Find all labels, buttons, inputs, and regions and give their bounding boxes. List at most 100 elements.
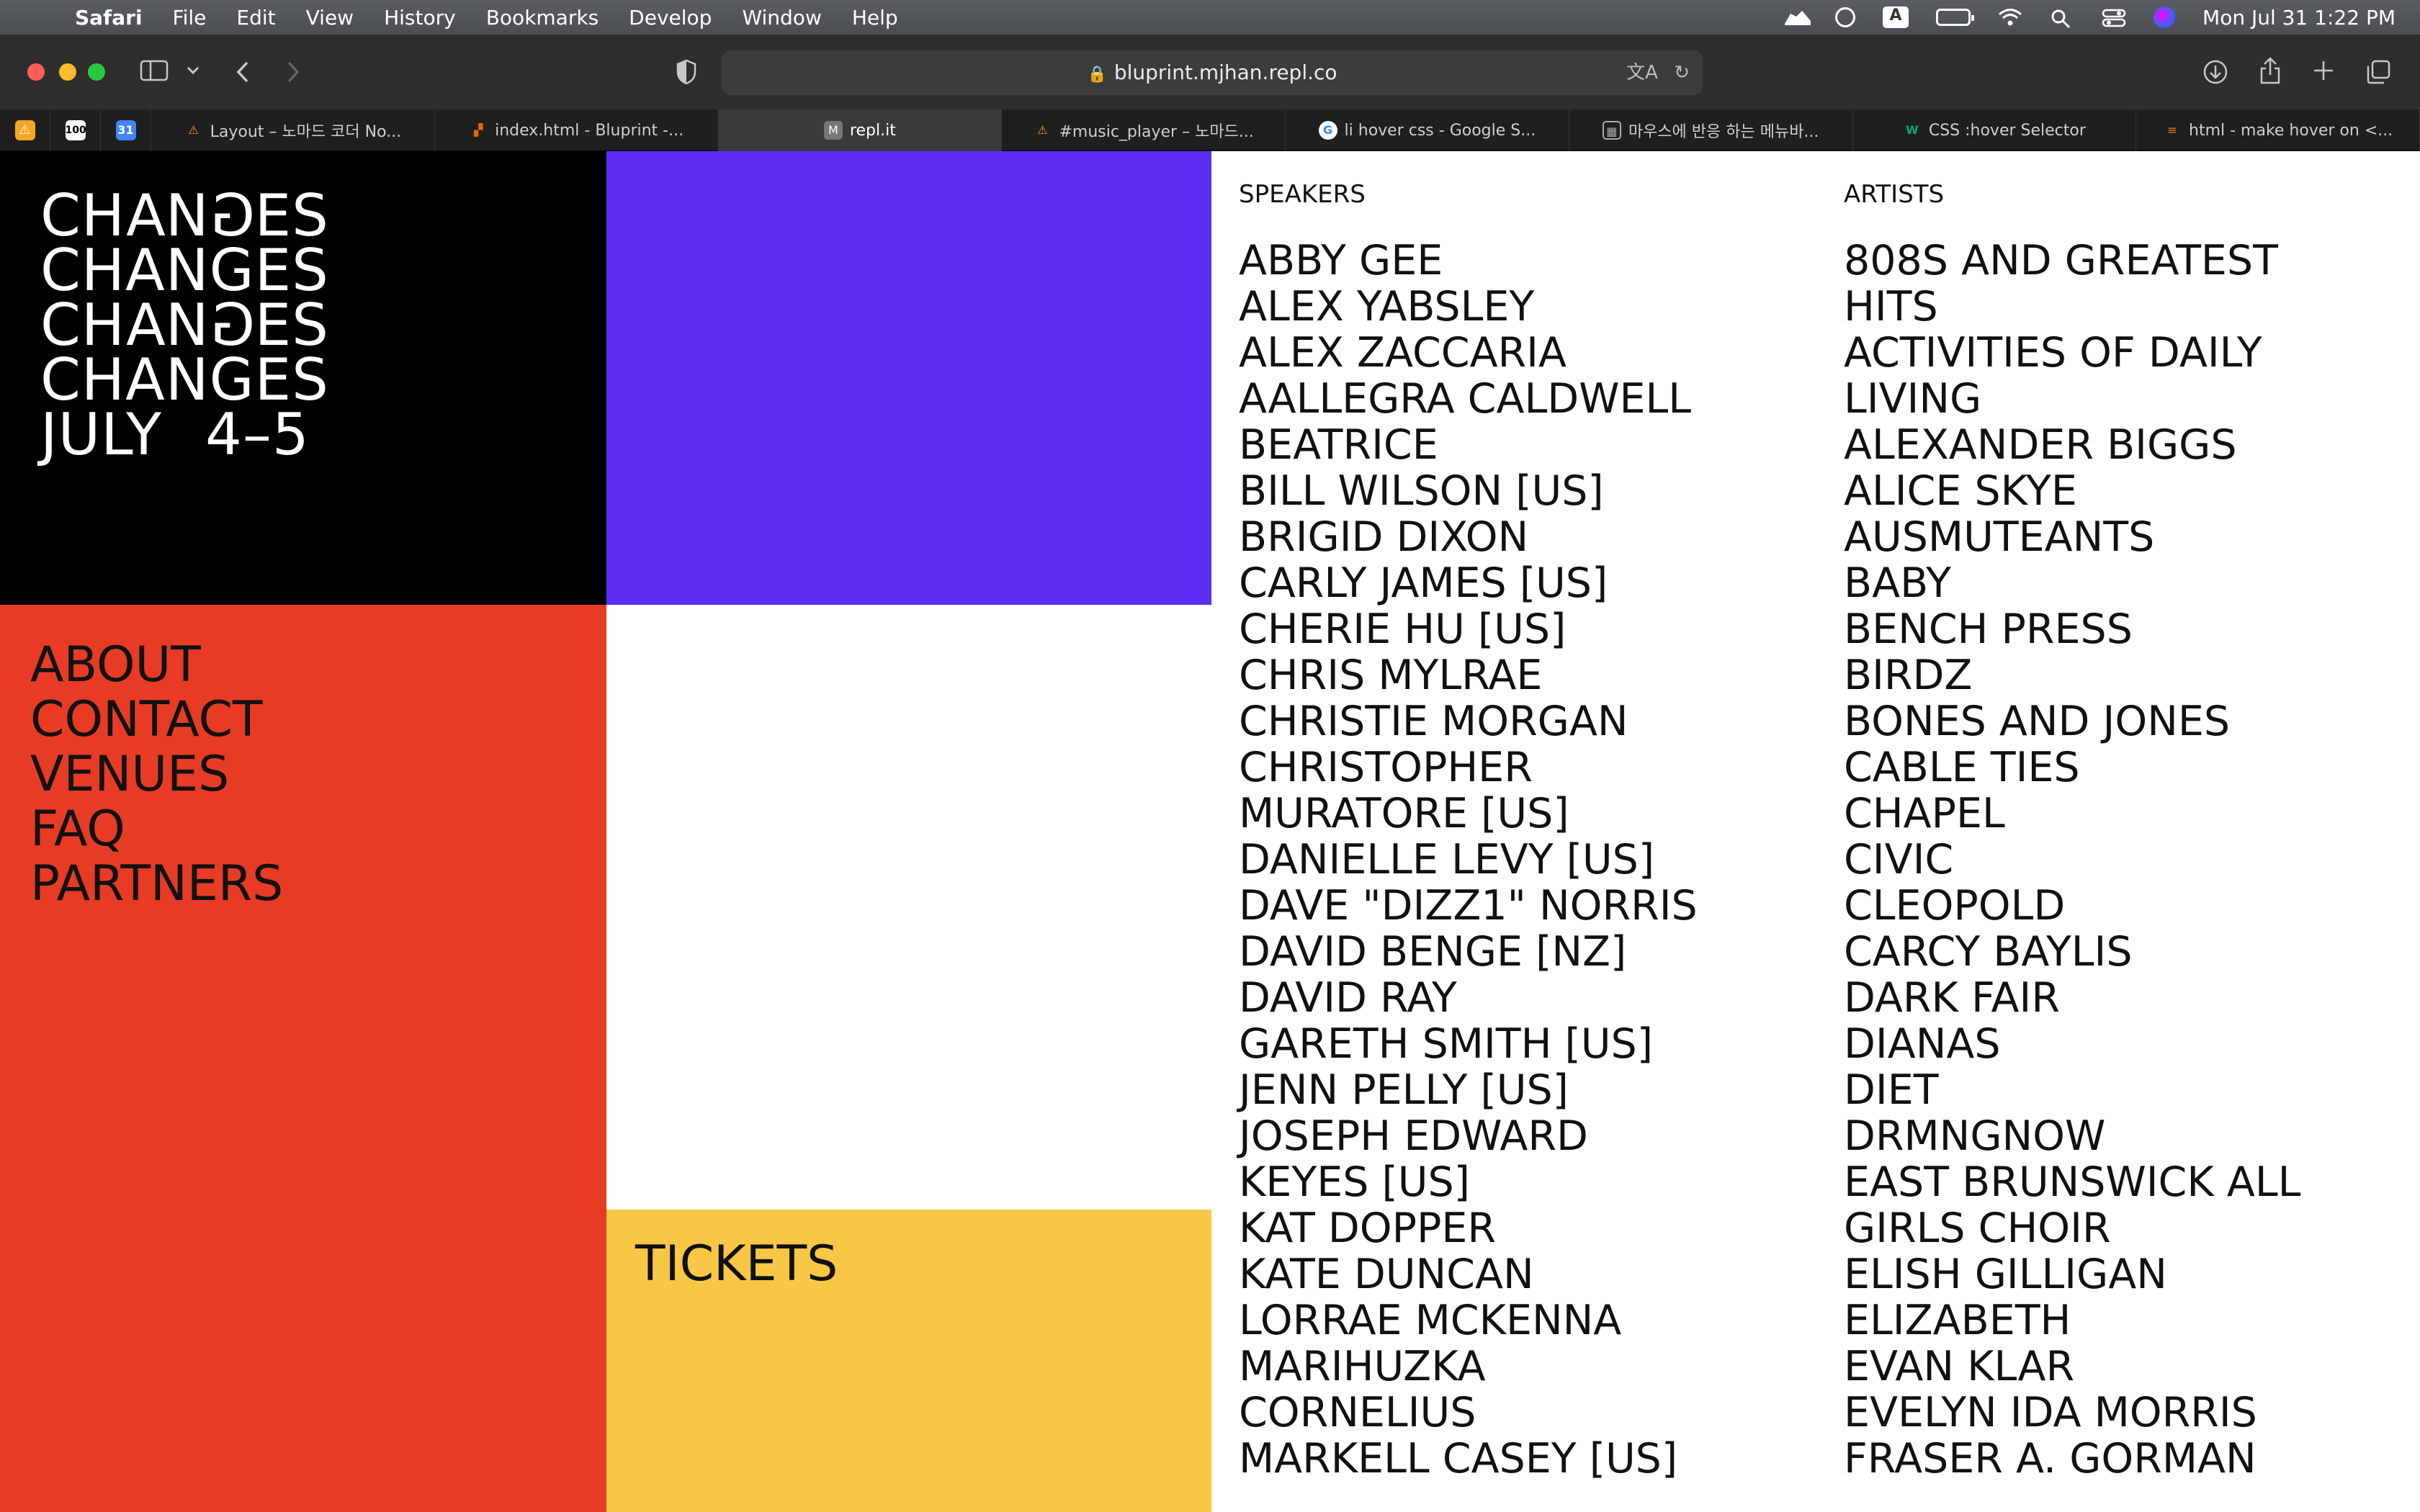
artist-item[interactable]: HITS <box>1844 284 2420 330</box>
artist-item[interactable]: FRASER A. GORMAN <box>1844 1436 2420 1482</box>
speaker-item[interactable]: MURATORE [US] <box>1239 791 1829 837</box>
tab-index-html[interactable]: ▞ index.html - Bluprint -... <box>435 109 719 151</box>
artist-item[interactable]: ALICE SKYE <box>1844 468 2420 514</box>
control-center-icon[interactable] <box>2102 8 2126 27</box>
speaker-item[interactable]: ALEX YABSLEY <box>1239 284 1829 330</box>
siri-icon[interactable] <box>2154 6 2176 28</box>
menu-history[interactable]: History <box>369 6 471 30</box>
speaker-item[interactable]: BILL WILSON [US] <box>1239 468 1829 514</box>
tab-css-hover[interactable]: W CSS :hover Selector <box>1853 109 2137 151</box>
speaker-item[interactable]: KEYES [US] <box>1239 1159 1829 1205</box>
artist-item[interactable]: BONES AND JONES <box>1844 698 2420 744</box>
speaker-item[interactable]: MARIHUZKA <box>1239 1344 1829 1390</box>
tab-layout[interactable]: ⚠ Layout – 노마드 코더 No... <box>151 109 435 151</box>
speaker-item[interactable]: CHRISTIE MORGAN <box>1239 698 1829 744</box>
speaker-item[interactable]: GARETH SMITH [US] <box>1239 1021 1829 1067</box>
artist-item[interactable]: ACTIVITIES OF DAILY <box>1844 330 2420 376</box>
speaker-item[interactable]: KAT DOPPER <box>1239 1205 1829 1251</box>
reload-icon[interactable]: ↻ <box>1674 62 1690 84</box>
artist-item[interactable]: CARCY BAYLIS <box>1844 929 2420 975</box>
menu-edit[interactable]: Edit <box>221 6 290 30</box>
artist-item[interactable]: ELIZABETH <box>1844 1297 2420 1344</box>
speaker-item[interactable]: DAVID BENGE [NZ] <box>1239 929 1829 975</box>
speaker-item[interactable]: ALEX ZACCARIA <box>1239 330 1829 376</box>
artist-item[interactable]: CABLE TIES <box>1844 744 2420 791</box>
wifi-icon[interactable] <box>1998 8 2022 27</box>
artist-item[interactable]: ALEXANDER BIGGS <box>1844 422 2420 468</box>
downloads-icon[interactable] <box>2202 59 2228 89</box>
speaker-item[interactable]: BRIGID DIXON <box>1239 514 1829 560</box>
speaker-item[interactable]: MARKELL CASEY [US] <box>1239 1436 1829 1482</box>
chevron-down-icon[interactable] <box>186 63 200 79</box>
nav-about[interactable]: ABOUT <box>30 638 606 693</box>
close-window-button[interactable] <box>27 63 45 81</box>
menu-develop[interactable]: Develop <box>614 6 727 30</box>
pinned-tab-nomad[interactable]: ⚠ <box>0 109 50 151</box>
artist-item[interactable]: GIRLS CHOIR <box>1844 1205 2420 1251</box>
privacy-shield-icon[interactable] <box>676 59 697 89</box>
tickets-link[interactable]: TICKETS <box>635 1236 1211 1292</box>
artist-item[interactable]: DIET <box>1844 1067 2420 1113</box>
menubar-clock[interactable]: Mon Jul 31 1:22 PM <box>2202 6 2396 30</box>
speaker-item[interactable]: CHERIE HU [US] <box>1239 606 1829 652</box>
speaker-item[interactable]: DANIELLE LEVY [US] <box>1239 837 1829 883</box>
spotlight-search-icon[interactable] <box>2050 8 2074 29</box>
play-status-icon[interactable] <box>1835 7 1856 27</box>
artist-item[interactable]: BABY <box>1844 560 2420 606</box>
artist-item[interactable]: LIVING <box>1844 376 2420 422</box>
artist-item[interactable]: ELISH GILLIGAN <box>1844 1251 2420 1297</box>
menu-bookmarks[interactable]: Bookmarks <box>471 6 614 30</box>
artist-item[interactable]: AUSMUTEANTS <box>1844 514 2420 560</box>
artist-item[interactable]: DIANAS <box>1844 1021 2420 1067</box>
translate-icon[interactable]: 文A <box>1626 62 1658 84</box>
new-tab-icon[interactable] <box>2312 59 2335 86</box>
speaker-item[interactable]: JOSEPH EDWARD <box>1239 1113 1829 1159</box>
zoom-window-button[interactable] <box>88 63 105 81</box>
share-icon[interactable] <box>2259 56 2282 89</box>
artist-item[interactable]: CLEOPOLD <box>1844 883 2420 929</box>
speaker-item[interactable]: DAVE "DIZZ1" NORRIS <box>1239 883 1829 929</box>
pinned-tab-calendar[interactable]: 31 <box>101 109 151 151</box>
artist-item[interactable]: 808S AND GREATEST <box>1844 238 2420 284</box>
back-button-icon[interactable] <box>235 60 251 88</box>
artist-item[interactable]: DARK FAIR <box>1844 975 2420 1021</box>
speaker-item[interactable]: DAVID RAY <box>1239 975 1829 1021</box>
speaker-item[interactable]: CORNELIUS <box>1239 1390 1829 1436</box>
menu-app-safari[interactable]: Safari <box>75 6 158 30</box>
sneaker-status-icon[interactable] <box>1783 8 1811 27</box>
menu-view[interactable]: View <box>291 6 369 30</box>
artist-item[interactable]: EVAN KLAR <box>1844 1344 2420 1390</box>
forward-button-icon[interactable] <box>285 60 301 88</box>
tickets-panel[interactable]: TICKETS <box>606 1210 1211 1512</box>
speaker-item[interactable]: LORRAE MCKENNA <box>1239 1297 1829 1344</box>
artist-item[interactable]: BIRDZ <box>1844 652 2420 698</box>
menu-window[interactable]: Window <box>727 6 836 30</box>
tab-menu-bar-article[interactable]: ▦ 마우스에 반응 하는 메뉴바... <box>1569 109 1853 151</box>
tab-overview-icon[interactable] <box>2365 59 2391 89</box>
speaker-item[interactable]: AALLEGRA CALDWELL <box>1239 376 1829 422</box>
speaker-item[interactable]: BEATRICE <box>1239 422 1829 468</box>
tab-music-player[interactable]: ⚠ #music_player – 노마드... <box>1002 109 1286 151</box>
nav-partners[interactable]: PARTNERS <box>30 857 606 912</box>
sidebar-toggle-icon[interactable] <box>140 59 169 86</box>
minimize-window-button[interactable] <box>59 63 76 81</box>
nav-contact[interactable]: CONTACT <box>30 693 606 747</box>
speaker-item[interactable]: KATE DUNCAN <box>1239 1251 1829 1297</box>
speaker-item[interactable]: CHRISTOPHER <box>1239 744 1829 791</box>
artist-item[interactable]: DRMNGNOW <box>1844 1113 2420 1159</box>
nav-faq[interactable]: FAQ <box>30 802 606 857</box>
speaker-item[interactable]: CARLY JAMES [US] <box>1239 560 1829 606</box>
pinned-tab-100[interactable]: 100 <box>50 109 101 151</box>
artist-item[interactable]: EAST BRUNSWICK ALL <box>1844 1159 2420 1205</box>
artist-item[interactable]: BENCH PRESS <box>1844 606 2420 652</box>
artist-item[interactable]: CIVIC <box>1844 837 2420 883</box>
battery-icon[interactable] <box>1936 9 1975 26</box>
nav-venues[interactable]: VENUES <box>30 747 606 802</box>
tab-stackoverflow[interactable]: ≡ html - make hover on <... <box>2136 109 2420 151</box>
menu-file[interactable]: File <box>158 6 222 30</box>
menu-help[interactable]: Help <box>837 6 913 30</box>
speaker-item[interactable]: CHRIS MYLRAE <box>1239 652 1829 698</box>
artist-item[interactable]: CHAPEL <box>1844 791 2420 837</box>
speaker-item[interactable]: ABBY GEE <box>1239 238 1829 284</box>
speaker-item[interactable]: JENN PELLY [US] <box>1239 1067 1829 1113</box>
